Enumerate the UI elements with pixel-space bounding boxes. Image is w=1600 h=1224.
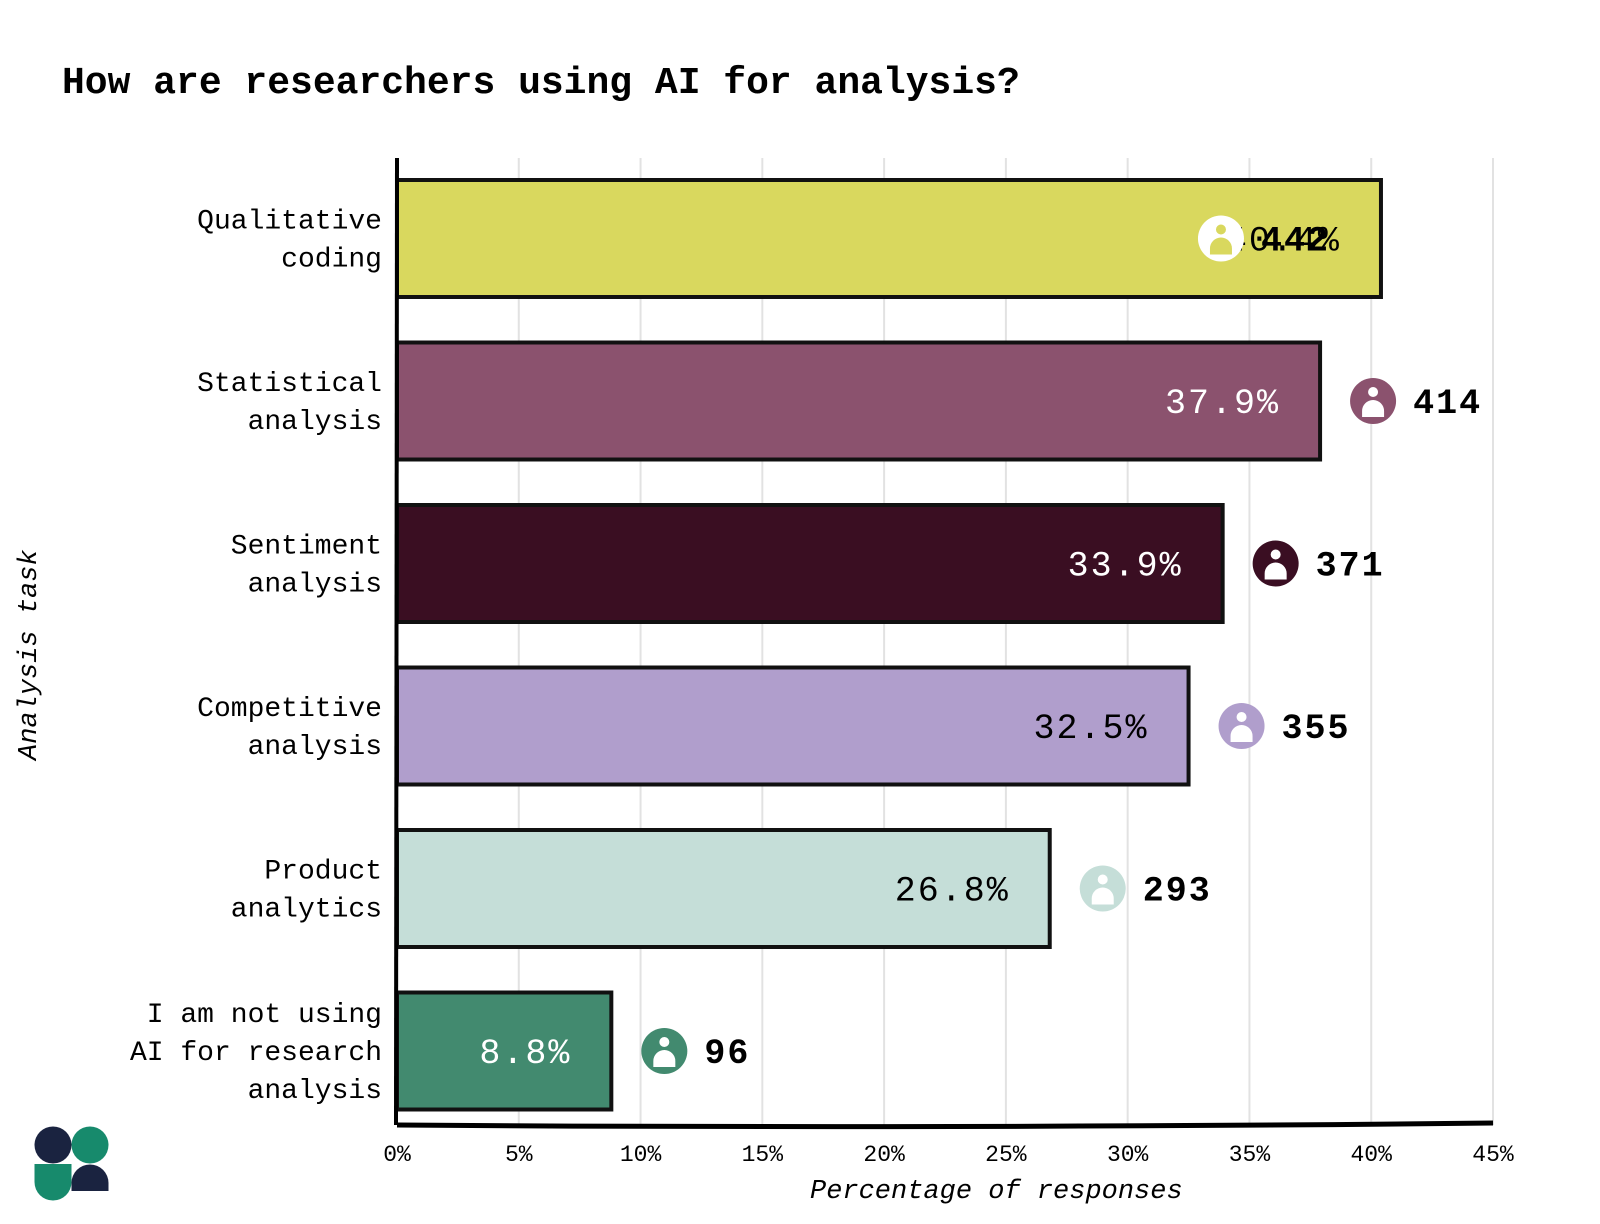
bar-group: 33.9% 371 Sentiment analysis [231, 503, 1385, 624]
category-label: analysis [248, 407, 382, 438]
person-icon [1197, 215, 1244, 262]
category-label: AI for research [130, 1038, 382, 1069]
category-label: analysis [248, 1076, 382, 1107]
bar-chart: How are researchers using AI for analysi… [15, 62, 1514, 1207]
logo [34, 1126, 109, 1201]
bar-group: 32.5% 355 Competitive analysis [197, 665, 1351, 787]
bar-group: 37.9% 414 Statistical analysis [197, 340, 1482, 462]
category-label: Competitive [197, 694, 382, 725]
count-label: 293 [1143, 872, 1212, 912]
logo-cup-green [34, 1164, 72, 1201]
x-tick-label: 40% [1351, 1142, 1393, 1168]
x-tick-label: 10% [620, 1142, 662, 1168]
x-tick-label: 30% [1107, 1142, 1149, 1168]
person-icon [1350, 378, 1397, 424]
bar-group: 26.8% 293 Product analytics [231, 828, 1212, 949]
category-label: Qualitative [197, 207, 382, 238]
count-label: 96 [704, 1034, 750, 1074]
bar-group: 40.4%442Qualitativecoding [197, 178, 1383, 299]
logo-arch-dark [71, 1164, 109, 1191]
category-label: I am not using [147, 1000, 382, 1031]
count-label: 371 [1316, 547, 1385, 587]
value-label: 26.8% [895, 872, 1010, 912]
person-icon-head [1236, 712, 1247, 722]
bar-group: 8.8% 96 I am not using AI for research analy… [130, 990, 750, 1112]
value-label: 8.8% [479, 1034, 571, 1074]
x-tick-label: 45% [1472, 1142, 1514, 1168]
x-tick-label: 20% [863, 1142, 905, 1168]
value-label: 37.9% [1165, 384, 1280, 424]
count-label: 414 [1413, 384, 1482, 424]
count-label: 355 [1282, 709, 1351, 749]
person-icon [641, 1028, 688, 1074]
person-icon-head [1270, 549, 1281, 560]
x-tick-label: 0% [383, 1142, 411, 1168]
category-label: Product [264, 857, 382, 888]
category-label: analytics [231, 895, 382, 926]
value-label: 32.5% [1034, 709, 1149, 749]
x-tick-label: 15% [742, 1142, 784, 1168]
x-tick-label: 25% [985, 1142, 1027, 1168]
x-axis-line [396, 1120, 1494, 1130]
category-label: coding [281, 245, 382, 276]
person-icon-head [1215, 224, 1226, 235]
category-label: analysis [248, 732, 382, 763]
gridlines [517, 158, 1494, 1125]
person-icon [1218, 703, 1265, 749]
x-tick-label: 35% [1229, 1142, 1271, 1168]
y-axis-line [394, 157, 399, 1126]
logo-circle-green [71, 1126, 109, 1164]
x-axis-label: Percentage of responses [810, 1177, 1183, 1207]
person-icon-head [659, 1037, 670, 1047]
category-label: analysis [248, 570, 382, 601]
x-tick-label: 5% [505, 1142, 533, 1168]
logo-circle-dark [34, 1126, 72, 1164]
category-label: Statistical [197, 369, 382, 400]
person-icon-head [1097, 874, 1108, 885]
bars: 40.4%442Qualitativecoding37.9% 414Statist… [130, 178, 1482, 1112]
chart-title: How are researchers using AI for analysi… [62, 62, 1020, 105]
count-label: 442 [1261, 222, 1330, 262]
person-icon [1079, 865, 1126, 912]
y-axis-label: Analysis task [15, 549, 45, 762]
person-icon-head [1368, 387, 1379, 397]
person-icon [1252, 540, 1299, 587]
category-label: Sentiment [231, 532, 382, 563]
value-label: 33.9% [1068, 547, 1183, 587]
